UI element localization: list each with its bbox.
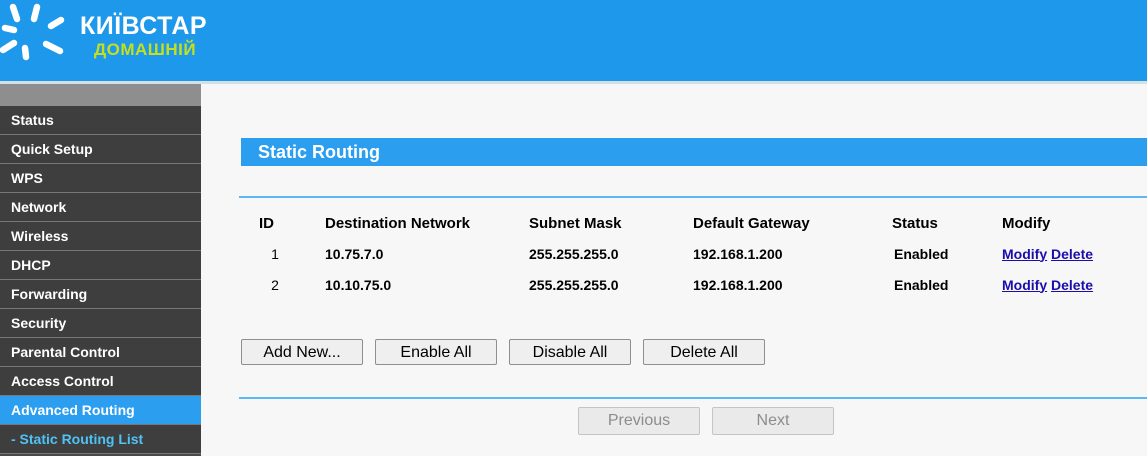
main-content: Static Routing ID Destination Network Su… <box>201 84 1147 456</box>
row-modify-cell: Modify Delete <box>1002 238 1107 269</box>
sidebar-item-forwarding[interactable]: Forwarding <box>0 280 201 309</box>
row-status: Enabled <box>894 276 949 293</box>
sidebar-item-security[interactable]: Security <box>0 309 201 338</box>
row-modify-cell: Modify Delete <box>1002 269 1107 300</box>
page-title: Static Routing <box>241 138 1147 166</box>
column-header-id: ID <box>259 214 274 232</box>
column-header-gateway: Default Gateway <box>693 214 810 232</box>
sidebar-item-static-routing-list[interactable]: - Static Routing List <box>0 425 201 454</box>
column-header-destination: Destination Network <box>325 214 471 232</box>
row-id: 1 <box>271 245 279 262</box>
sidebar-item-network[interactable]: Network <box>0 193 201 222</box>
enable-all-button[interactable]: Enable All <box>375 339 497 365</box>
row-gateway: 192.168.1.200 <box>693 276 783 293</box>
kyivstar-star-icon <box>0 3 65 61</box>
top-divider <box>239 196 1147 198</box>
row-destination: 10.10.75.0 <box>325 276 392 293</box>
row-gateway: 192.168.1.200 <box>693 245 783 262</box>
disable-all-button[interactable]: Disable All <box>509 339 631 365</box>
bottom-divider <box>239 397 1147 399</box>
row-id: 2 <box>271 276 279 293</box>
previous-button[interactable]: Previous <box>578 407 700 435</box>
sidebar-item-dhcp[interactable]: DHCP <box>0 251 201 280</box>
sidebar-item-advanced-routing[interactable]: Advanced Routing <box>0 396 201 425</box>
row-subnet-mask: 255.255.255.0 <box>529 245 619 262</box>
column-header-modify: Modify <box>1002 214 1051 232</box>
column-header-status: Status <box>892 214 938 232</box>
delete-link[interactable]: Delete <box>1051 277 1093 293</box>
column-header-subnet-mask: Subnet Mask <box>529 214 622 232</box>
modify-link[interactable]: Modify <box>1002 277 1047 293</box>
sidebar-top-spacer <box>0 84 201 106</box>
next-button[interactable]: Next <box>712 407 834 435</box>
table-row: 2 10.10.75.0 255.255.255.0 192.168.1.200… <box>241 269 1107 300</box>
add-new-button[interactable]: Add New... <box>241 339 363 365</box>
sidebar-item-access-control[interactable]: Access Control <box>0 367 201 396</box>
row-status: Enabled <box>894 245 949 262</box>
static-routing-table: ID Destination Network Subnet Mask Defau… <box>241 208 1107 300</box>
sidebar-item-wps[interactable]: WPS <box>0 164 201 193</box>
delete-all-button[interactable]: Delete All <box>643 339 765 365</box>
table-header-row: ID Destination Network Subnet Mask Defau… <box>241 208 1107 238</box>
kyivstar-logo: КИЇВСТАР ДОМАШНІЙ <box>0 0 258 81</box>
modify-link[interactable]: Modify <box>1002 246 1047 262</box>
sidebar-item-parental-control[interactable]: Parental Control <box>0 338 201 367</box>
sidebar-item-wireless[interactable]: Wireless <box>0 222 201 251</box>
sidebar-item-quick-setup[interactable]: Quick Setup <box>0 135 201 164</box>
brand-subtitle: ДОМАШНІЙ <box>94 40 197 59</box>
row-destination: 10.75.7.0 <box>325 245 384 262</box>
header-bar: КИЇВСТАР ДОМАШНІЙ <box>0 0 1147 81</box>
row-subnet-mask: 255.255.255.0 <box>529 276 619 293</box>
brand-name: КИЇВСТАР <box>80 12 208 40</box>
delete-link[interactable]: Delete <box>1051 246 1093 262</box>
sidebar: Status Quick Setup WPS Network Wireless … <box>0 84 201 456</box>
table-row: 1 10.75.7.0 255.255.255.0 192.168.1.200 … <box>241 238 1107 269</box>
sidebar-item-status[interactable]: Status <box>0 106 201 135</box>
